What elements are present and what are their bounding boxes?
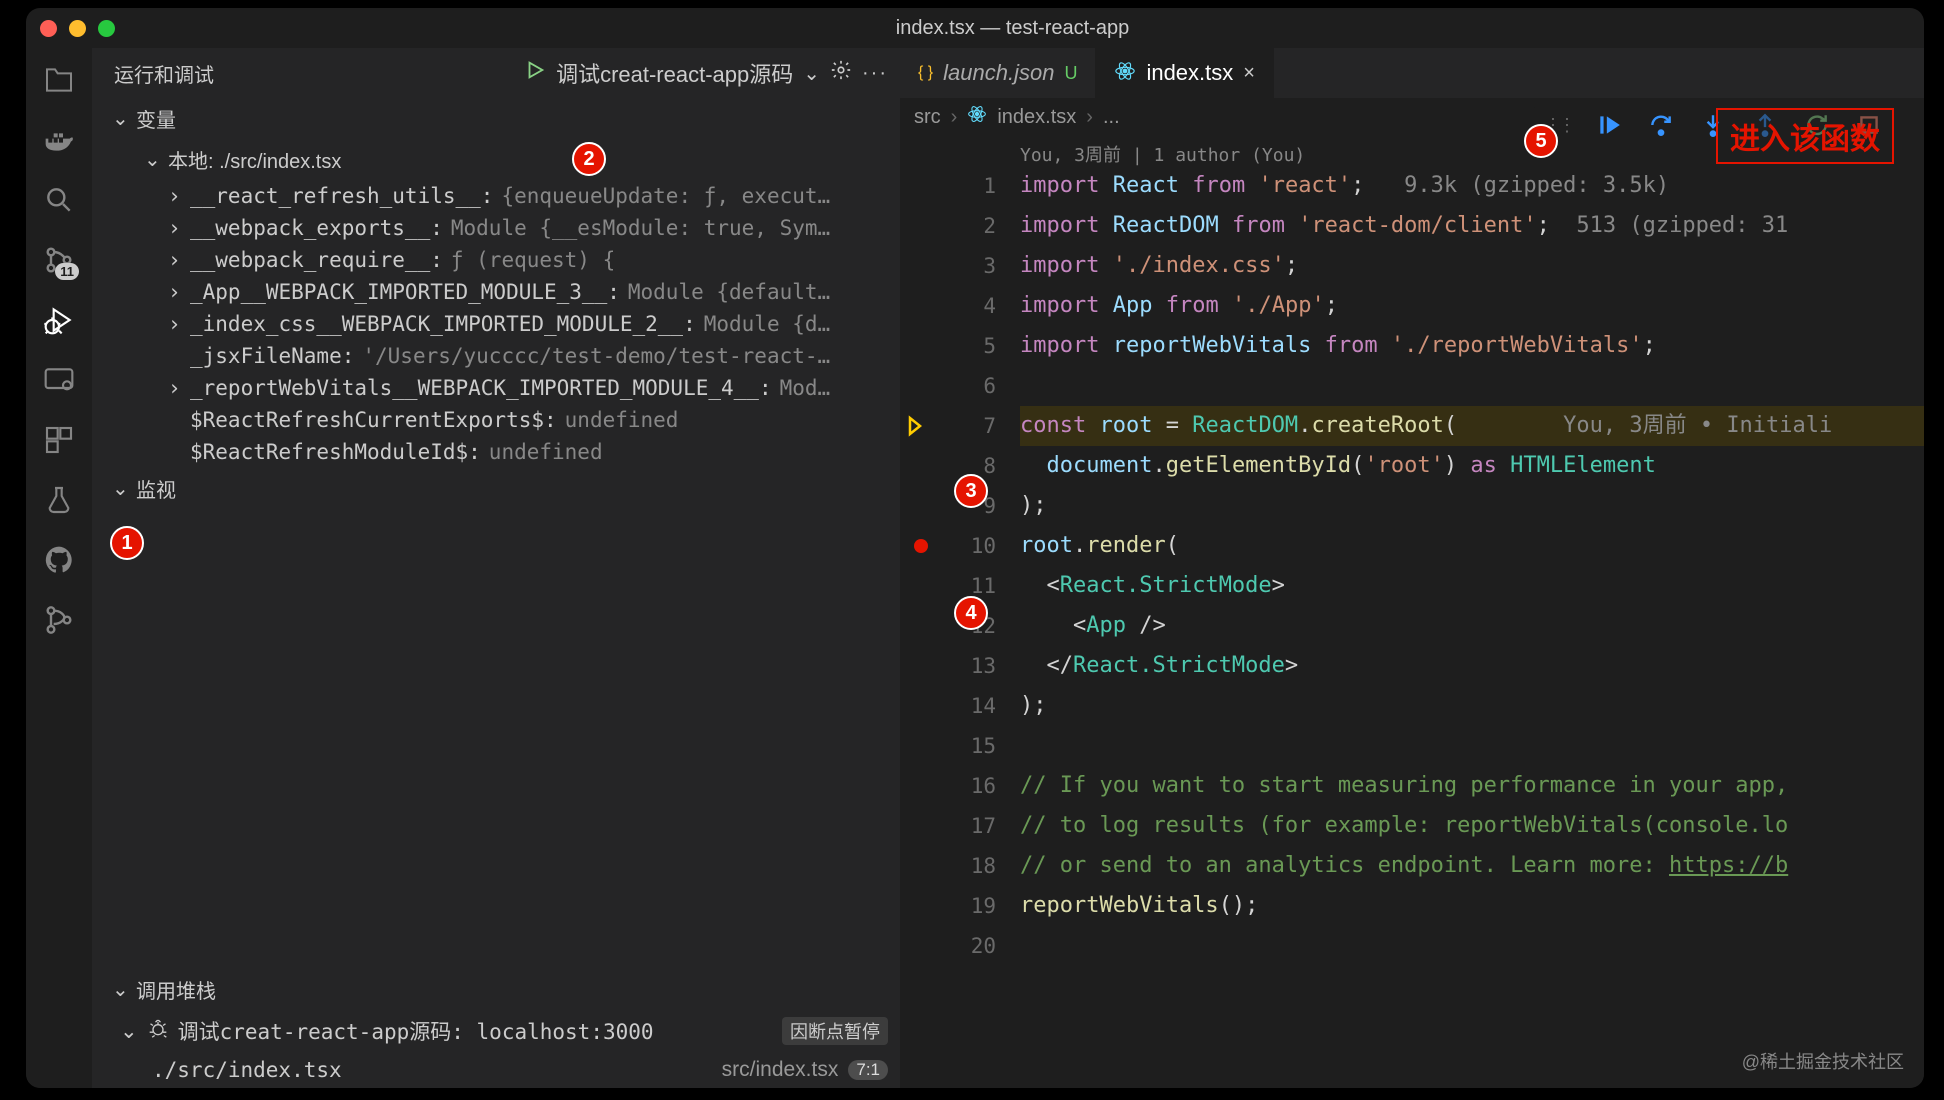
variable-row[interactable]: ›__react_refresh_utils__: {enqueueUpdate… [116, 180, 900, 212]
code-line[interactable]: // or send to an analytics endpoint. Lea… [1020, 846, 1924, 886]
react-file-icon [1114, 60, 1136, 87]
line-number[interactable]: 19 [906, 886, 996, 926]
code-line[interactable]: reportWebVitals(); [1020, 886, 1924, 926]
code-line[interactable]: import React from 'react'; 9.3k (gzipped… [1020, 166, 1924, 206]
line-number[interactable]: 2 [906, 206, 996, 246]
annotation-badge: 2 [572, 142, 606, 176]
editor-area: { }launch.jsonUindex.tsx× src › index.ts… [900, 48, 1924, 1088]
variable-row[interactable]: $ReactRefreshCurrentExports$: undefined [116, 404, 900, 436]
variable-row[interactable]: $ReactRefreshModuleId$: undefined [116, 436, 900, 468]
variable-row[interactable]: ›_reportWebVitals__WEBPACK_IMPORTED_MODU… [116, 372, 900, 404]
chevron-down-icon: ⌄ [112, 977, 128, 1002]
variable-row[interactable]: ›_index_css__WEBPACK_IMPORTED_MODULE_2__… [116, 308, 900, 340]
line-number[interactable]: 20 [906, 926, 996, 966]
search-icon[interactable] [43, 184, 75, 216]
git-graph-icon[interactable] [43, 604, 75, 636]
frame-position: 7:1 [848, 1060, 888, 1080]
callstack-frame[interactable]: ./src/index.tsx src/index.tsx 7:1 [92, 1052, 900, 1088]
code-line[interactable]: </React.StrictMode> [1020, 646, 1924, 686]
extensions-icon[interactable] [43, 424, 75, 456]
annotation-callout: 进入该函数 [1716, 108, 1894, 164]
debug-config-select[interactable]: 调试creat-react-app源码 [556, 57, 793, 89]
breakpoint-icon[interactable] [914, 539, 928, 553]
watch-section[interactable]: ⌄ 监视 [92, 468, 900, 509]
testing-icon[interactable] [43, 484, 75, 516]
variable-row[interactable]: _jsxFileName: '/Users/yucccc/test-demo/t… [116, 340, 900, 372]
chevron-down-icon: ⌄ [144, 147, 160, 172]
line-number[interactable]: 1 [906, 166, 996, 206]
chevron-down-icon[interactable]: ⌄ [803, 61, 820, 86]
scm-badge: 11 [55, 263, 79, 280]
chevron-down-icon: ⌄ [112, 476, 128, 501]
variable-row[interactable]: ›_App__WEBPACK_IMPORTED_MODULE_3__: Modu… [116, 276, 900, 308]
zoom-window-icon[interactable] [98, 20, 115, 37]
chevron-right-icon: › [1086, 106, 1093, 129]
line-number[interactable]: 18 [906, 846, 996, 886]
code-line[interactable]: // If you want to start measuring perfor… [1020, 766, 1924, 806]
line-number[interactable]: 13 [906, 646, 996, 686]
code-line[interactable]: import ReactDOM from 'react-dom/client';… [1020, 206, 1924, 246]
line-number[interactable]: 16 [906, 766, 996, 806]
start-debug-icon[interactable] [524, 59, 546, 87]
tab-index-tsx[interactable]: index.tsx× [1096, 48, 1274, 98]
line-number[interactable]: 14 [906, 686, 996, 726]
variable-row[interactable]: ›__webpack_require__: ƒ (request) { [116, 244, 900, 276]
line-number[interactable]: 15 [906, 726, 996, 766]
chevron-down-icon: ⌄ [112, 106, 128, 131]
annotation-badge: 1 [110, 526, 144, 560]
debug-header: 运行和调试 调试creat-react-app源码 ⌄ ··· [92, 48, 900, 98]
json-file-icon: { } [918, 64, 933, 82]
debug-sidebar: 运行和调试 调试creat-react-app源码 ⌄ ··· ⌄ 变量 [92, 48, 900, 1088]
close-icon[interactable]: × [1243, 62, 1255, 85]
window-controls [40, 20, 115, 37]
code-line[interactable]: import './index.css'; [1020, 246, 1924, 286]
more-icon[interactable]: ··· [862, 62, 888, 85]
window-title: index.tsx — test-react-app [115, 17, 1910, 40]
github-icon[interactable] [43, 544, 75, 576]
line-number[interactable]: 4 [906, 286, 996, 326]
chevron-right-icon: › [951, 106, 958, 129]
variables-section[interactable]: ⌄ 变量 [92, 98, 900, 139]
code-line[interactable]: <App /> [1020, 606, 1924, 646]
callstack-thread[interactable]: ⌄ 调试creat-react-app源码: localhost:3000 因断… [92, 1010, 900, 1052]
chevron-down-icon: ⌄ [120, 1019, 138, 1044]
code-line[interactable]: import App from './App'; [1020, 286, 1924, 326]
line-number[interactable]: 3 [906, 246, 996, 286]
bug-icon [148, 1018, 168, 1044]
code-line[interactable]: const root = ReactDOM.createRoot( You, 3… [1020, 406, 1924, 446]
annotation-badge: 3 [954, 474, 988, 508]
code-line[interactable]: ); [1020, 686, 1924, 726]
code-editor[interactable]: You, 3周前 | 1 author (You) 12345678910111… [900, 136, 1924, 1088]
local-scope[interactable]: ⌄ 本地: ./src/index.tsx [116, 139, 900, 180]
minimize-window-icon[interactable] [69, 20, 86, 37]
close-window-icon[interactable] [40, 20, 57, 37]
watermark: @稀土掘金技术社区 [1742, 1048, 1904, 1074]
docker-icon[interactable] [43, 124, 75, 156]
activity-bar: 11 [26, 48, 92, 1088]
react-file-icon [967, 104, 987, 130]
code-line[interactable]: // to log results (for example: reportWe… [1020, 806, 1924, 846]
code-line[interactable]: document.getElementById('root') as HTMLE… [1020, 446, 1924, 486]
remote-icon[interactable] [43, 364, 75, 396]
paused-badge: 因断点暂停 [782, 1017, 888, 1045]
line-number[interactable]: 6 [906, 366, 996, 406]
line-number[interactable]: 5 [906, 326, 996, 366]
code-line[interactable]: <React.StrictMode> [1020, 566, 1924, 606]
tab-launch-json[interactable]: { }launch.jsonU [900, 48, 1096, 98]
source-control-icon[interactable]: 11 [43, 244, 75, 276]
callstack-section[interactable]: ⌄ 调用堆栈 [92, 969, 900, 1010]
debug-title: 运行和调试 [114, 59, 214, 88]
explorer-icon[interactable] [43, 64, 75, 96]
line-number[interactable]: 17 [906, 806, 996, 846]
titlebar: index.tsx — test-react-app [26, 8, 1924, 48]
editor-tabs: { }launch.jsonUindex.tsx× [900, 48, 1924, 98]
annotation-badge: 5 [1524, 124, 1558, 158]
run-debug-icon[interactable] [43, 304, 75, 336]
gear-icon[interactable] [830, 59, 852, 87]
variable-row[interactable]: ›__webpack_exports__: Module {__esModule… [116, 212, 900, 244]
code-line[interactable]: ); [1020, 486, 1924, 526]
code-line[interactable]: import reportWebVitals from './reportWeb… [1020, 326, 1924, 366]
annotation-badge: 4 [954, 596, 988, 630]
code-line[interactable]: root.render( [1020, 526, 1924, 566]
